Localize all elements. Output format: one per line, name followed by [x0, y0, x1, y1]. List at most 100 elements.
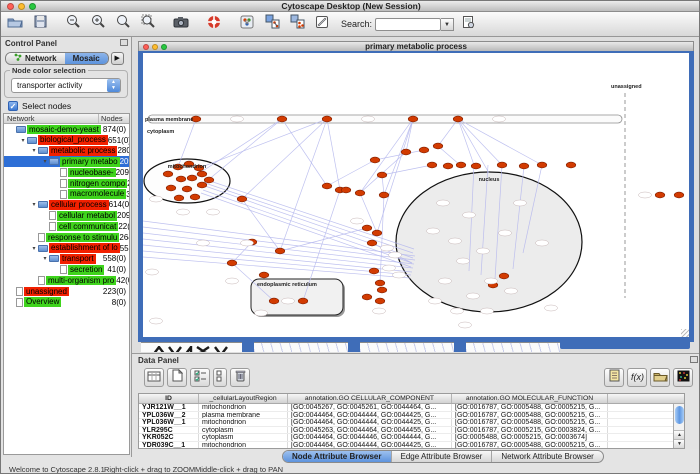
network-node[interactable] — [519, 163, 529, 169]
network-tree-row[interactable]: secretion41(0) — [4, 264, 129, 275]
create-attribute-button[interactable] — [167, 368, 187, 387]
network-node-label[interactable] — [451, 308, 464, 314]
network-node-label[interactable] — [467, 293, 480, 299]
table-cell[interactable]: mitochondrion — [199, 442, 288, 449]
network-tree-row[interactable]: ▾primary metabo209(... — [4, 156, 129, 167]
network-edge[interactable] — [282, 119, 327, 186]
network-edge[interactable] — [280, 228, 367, 251]
network-tree-row[interactable]: cell communicat22(0) — [4, 221, 129, 232]
tree-expand-icon[interactable]: ▾ — [30, 201, 38, 208]
table-column-header[interactable]: _cellularLayoutRegion — [199, 394, 288, 403]
network-edge[interactable] — [458, 119, 502, 165]
background-window-edge[interactable] — [466, 342, 560, 352]
select-nodes-checkbox[interactable]: ✓ — [8, 101, 18, 111]
network-edge[interactable] — [201, 193, 411, 267]
network-node[interactable] — [322, 183, 332, 189]
resize-grip-icon[interactable] — [681, 329, 689, 337]
table-cell[interactable]: cytoplasm — [199, 427, 288, 434]
table-cell[interactable]: [GO:0044464, GO:0044444, GO:0044425, G..… — [288, 419, 452, 426]
network-node-label[interactable] — [231, 116, 244, 122]
network-node[interactable] — [655, 192, 665, 198]
snapshot-button[interactable] — [170, 14, 192, 34]
scroll-up-button[interactable]: ▲ — [674, 430, 685, 439]
table-column-header[interactable]: annotation.GO MOLECULAR_FUNCTION — [452, 394, 608, 403]
tree-expand-icon[interactable]: ▾ — [41, 255, 49, 262]
network-tree-row[interactable]: ▾cellular process614(0) — [4, 200, 129, 211]
network-node-label[interactable] — [481, 308, 494, 314]
help-button[interactable] — [203, 14, 225, 34]
network-node[interactable] — [566, 162, 576, 168]
node-color-combobox[interactable]: transporter activity ▲▼ — [11, 78, 121, 93]
network-node[interactable] — [355, 190, 365, 196]
network-canvas[interactable]: plasma membranecytoplasmmitochondrionnuc… — [138, 51, 694, 342]
network-node[interactable] — [298, 298, 308, 304]
background-window-edge[interactable] — [242, 341, 254, 352]
table-cell[interactable]: [GO:0044464, GO:0044444, GO:0044425, G..… — [288, 442, 452, 449]
attribute-matrix-button[interactable] — [673, 368, 693, 387]
network-node-label[interactable] — [197, 240, 210, 246]
table-cell[interactable]: [GO:0005488, GO:0005215, GO:0003674] — [452, 434, 608, 441]
more-tabs-button[interactable]: ▶ — [111, 52, 124, 65]
network-tree-row[interactable]: Overview8(0) — [4, 297, 129, 308]
network-tree-row[interactable]: multi-organism pro42(0) — [4, 275, 129, 286]
network-node-label[interactable] — [362, 116, 375, 122]
zoom-in-button[interactable] — [87, 14, 109, 34]
network-tree-row[interactable]: unassigned223(0) — [4, 286, 129, 297]
float-data-panel-icon[interactable] — [690, 356, 698, 363]
network-node-label[interactable] — [514, 200, 527, 206]
network-node[interactable] — [372, 230, 382, 236]
search-dropdown-button[interactable]: ▼ — [441, 18, 454, 31]
network-node[interactable] — [269, 298, 279, 304]
network-node-label[interactable] — [499, 230, 512, 236]
network-edge[interactable] — [438, 146, 460, 165]
open-session-button[interactable] — [4, 14, 26, 34]
network-node-label[interactable] — [207, 209, 220, 215]
table-cell[interactable]: mitochondrion — [199, 404, 288, 411]
zoom-fit-button[interactable] — [137, 14, 159, 34]
table-cell[interactable]: YLR295C — [139, 427, 199, 434]
import-attributes-button[interactable] — [650, 368, 670, 387]
network-tree-row[interactable]: ▾metabolic process280(0) — [4, 146, 129, 157]
network-node-label[interactable] — [545, 305, 558, 311]
network-node-label[interactable] — [536, 240, 549, 246]
table-row[interactable]: YPL036W__1mitochondrion[GO:0044464, GO:0… — [139, 419, 684, 427]
table-cell[interactable]: [GO:0016787, GO:0005488, GO:0005215, G..… — [452, 419, 608, 426]
network-node[interactable] — [275, 248, 285, 254]
scrollbar-thumb[interactable] — [675, 406, 684, 424]
tree-expand-icon[interactable]: ▾ — [30, 147, 38, 154]
network-view-window[interactable]: primary metabolic process plasma membran… — [138, 41, 694, 342]
network-edge[interactable] — [242, 119, 327, 199]
network-node[interactable] — [362, 294, 372, 300]
network-edge[interactable] — [375, 150, 424, 160]
table-cell[interactable]: [GO:0045263, GO:0044464, GO:0044455, G..… — [288, 427, 452, 434]
tab-node-attribute-browser[interactable]: Node Attribute Browser — [283, 451, 392, 462]
network-node[interactable] — [277, 116, 287, 122]
network-node-label[interactable] — [437, 200, 450, 206]
network-tree-row[interactable]: ▾biological_process651(0) — [4, 135, 129, 146]
network-node[interactable] — [401, 149, 411, 155]
network-node[interactable] — [369, 268, 379, 274]
table-cell[interactable]: [GO:0016787, GO:0005215, GO:0003824, G..… — [452, 427, 608, 434]
table-cell[interactable]: [GO:0044464, GO:0044446, GO:0044444, G..… — [288, 434, 452, 441]
background-window-edge[interactable] — [454, 341, 466, 352]
network-edge[interactable] — [202, 119, 282, 185]
network-node[interactable] — [174, 195, 184, 201]
zoom-selected-button[interactable] — [112, 14, 134, 34]
network-tree-row[interactable]: nucleobase-209(0) — [4, 167, 129, 178]
background-window-edge[interactable] — [360, 342, 454, 352]
table-cell[interactable]: [GO:0016787, GO:0005488, GO:0005215, G..… — [452, 404, 608, 411]
search-input[interactable] — [375, 18, 441, 31]
edit-network-button[interactable] — [261, 14, 283, 34]
scroll-down-button[interactable]: ▼ — [674, 439, 685, 448]
tab-mosaic[interactable]: Mosaic — [65, 53, 108, 64]
tree-expand-icon[interactable]: ▾ — [41, 158, 49, 165]
network-node[interactable] — [537, 162, 547, 168]
tree-expand-icon[interactable]: ▾ — [30, 245, 38, 252]
network-node[interactable] — [433, 143, 443, 149]
float-panel-icon[interactable] — [120, 39, 128, 46]
network-node[interactable] — [197, 171, 207, 177]
network-node[interactable] — [182, 186, 192, 192]
add-network-button[interactable] — [286, 14, 308, 34]
network-edge[interactable] — [199, 119, 327, 168]
network-tree-row[interactable]: mosaic-demo-yeast874(0) — [4, 124, 129, 135]
